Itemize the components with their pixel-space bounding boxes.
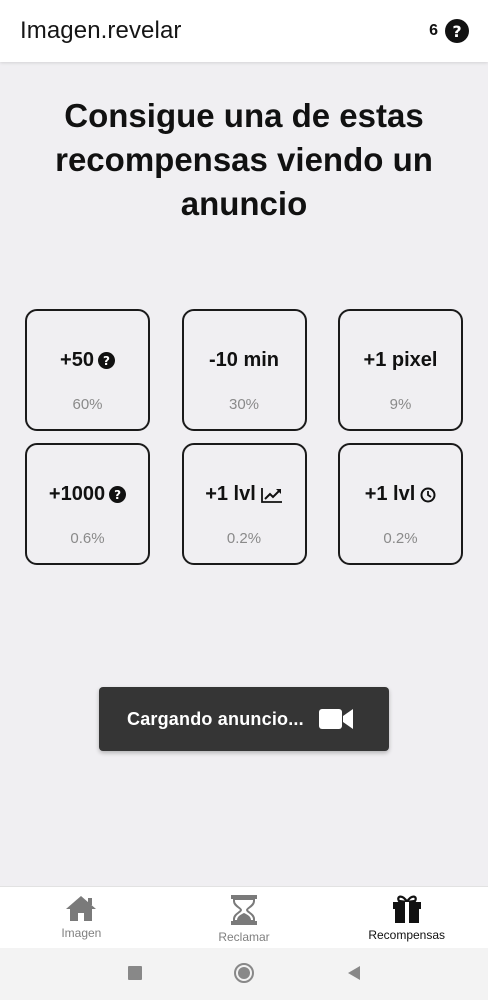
- question-circle-icon: ?: [109, 486, 127, 503]
- toast-message: Cargando anuncio...: [127, 708, 304, 729]
- reward-label: +1 lvl: [364, 483, 416, 505]
- reward-label: +1 lvl: [205, 483, 256, 505]
- reward-label: +1 pixel: [363, 349, 438, 371]
- trending-up-icon: [260, 487, 282, 503]
- reward-card: +50 ? 60%: [25, 309, 150, 431]
- nav-item-recompensas[interactable]: Recompensas: [325, 887, 488, 948]
- home-icon: [66, 896, 97, 921]
- coin-count: 6: [429, 22, 438, 39]
- reward-probability: 0.6%: [70, 530, 105, 547]
- bottom-navigation: Imagen Reclamar Recompensas: [0, 886, 488, 948]
- nav-label: Recompensas: [368, 928, 446, 942]
- triangle-back-icon[interactable]: [346, 965, 362, 981]
- reward-value: -10 min: [209, 349, 279, 372]
- nav-item-imagen[interactable]: Imagen: [0, 887, 163, 948]
- reward-value: +1 lvl: [205, 483, 283, 506]
- loading-ad-toast: Cargando anuncio...: [99, 687, 389, 751]
- reward-value: +1 pixel: [364, 349, 438, 372]
- reward-probability: 30%: [228, 396, 260, 413]
- nav-label: Imagen: [61, 926, 102, 940]
- clock-icon: [420, 487, 436, 502]
- hourglass-icon: [231, 895, 257, 925]
- page-headline: Consigue una de estas recompensas viendo…: [55, 97, 433, 222]
- reward-value: +50 ?: [60, 349, 115, 372]
- nav-label: Reclamar: [218, 930, 270, 944]
- reward-probability: 9%: [389, 396, 412, 413]
- reward-label: +1000: [48, 483, 106, 505]
- reward-label: +50: [60, 349, 94, 371]
- app-bar: Imagen.revelar 6 ?: [0, 0, 488, 62]
- circle-home-icon[interactable]: [233, 962, 255, 984]
- reward-card: -10 min 30%: [181, 309, 307, 431]
- rewards-grid: +50 ? 60% -10 min 30% +1 pixel 9% +1000 …: [25, 309, 463, 565]
- reward-value: +1 lvl: [365, 483, 437, 506]
- question-circle-icon[interactable]: ?: [445, 19, 469, 43]
- gift-icon: [392, 895, 421, 923]
- nav-item-reclamar[interactable]: Reclamar: [163, 887, 326, 948]
- reward-label: -10 min: [208, 349, 280, 371]
- reward-card: +1 lvl 0.2%: [181, 443, 307, 565]
- reward-card: +1000 ? 0.6%: [25, 443, 150, 565]
- app-title: Imagen.revelar: [20, 17, 182, 44]
- reward-probability: 60%: [72, 396, 103, 413]
- reward-card: +1 pixel 9%: [338, 309, 463, 431]
- question-circle-icon: ?: [97, 352, 115, 369]
- square-recents-icon[interactable]: [127, 965, 143, 981]
- system-navigation-bar: [0, 948, 488, 1000]
- video-camera-icon: [318, 709, 353, 729]
- reward-probability: 0.2%: [226, 530, 262, 547]
- app-bar-actions: 6 ?: [429, 19, 469, 43]
- reward-value: +1000 ?: [48, 483, 127, 506]
- reward-probability: 0.2%: [383, 530, 418, 547]
- reward-card: +1 lvl 0.2%: [338, 443, 463, 565]
